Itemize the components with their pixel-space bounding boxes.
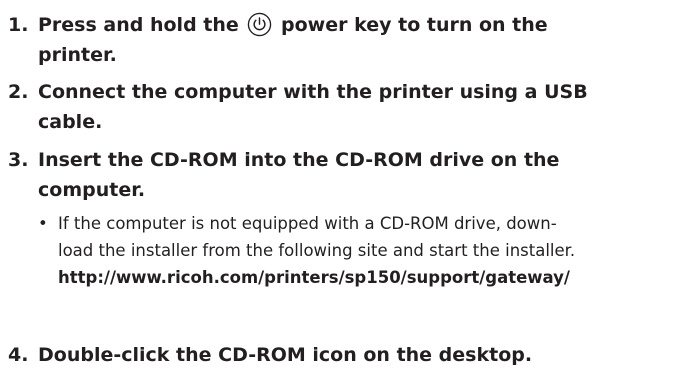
step-2-text: Connect the computer with the printer us… [38, 81, 588, 103]
step-number: 1. [8, 14, 29, 36]
bullet-dot: • [38, 214, 48, 233]
installer-download-link[interactable]: http://www.ricoh.com/printers/sp150/supp… [38, 264, 678, 291]
step-3: 3. Insert the CD-ROM into the CD-ROM driv… [8, 145, 559, 205]
step-2: 2. Connect the computer with the printer … [8, 77, 588, 137]
step-3-continuation: computer. [38, 179, 146, 201]
step-3-text: Insert the CD-ROM into the CD-ROM drive … [38, 149, 560, 171]
power-icon [248, 12, 272, 37]
step-number: 2. [8, 81, 29, 103]
step-4-text: Double-click the CD-ROM icon on the desk… [38, 344, 533, 366]
cd-rom-note: • If the computer is not equipped with a… [38, 210, 678, 291]
step-2-continuation: cable. [38, 111, 103, 133]
step-number: 4. [8, 344, 29, 366]
step-number: 3. [8, 149, 29, 171]
step-1: 1. Press and hold the power key to turn o… [8, 10, 548, 70]
step-1-text-start: Press and hold the [38, 14, 239, 36]
note-line-1: If the computer is not equipped with a C… [58, 214, 557, 233]
note-line-2: load the installer from the following si… [58, 241, 576, 260]
step-1-continuation: printer. [38, 44, 117, 66]
step-1-text-end: power key to turn on the [281, 14, 548, 36]
step-4: 4. Double-click the CD-ROM icon on the de… [8, 340, 532, 370]
